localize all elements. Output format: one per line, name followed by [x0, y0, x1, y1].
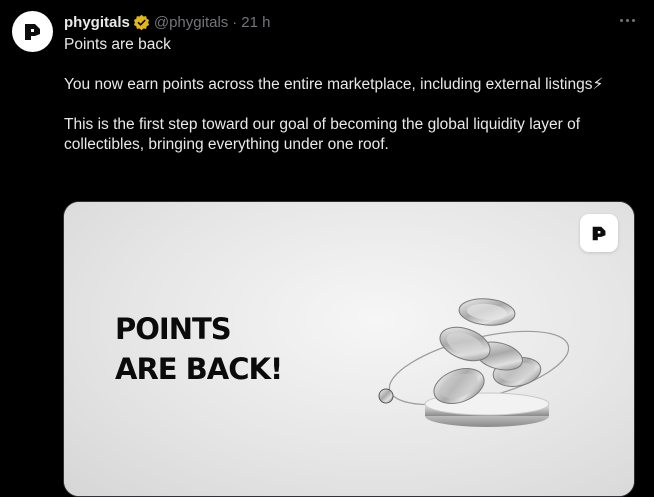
- tweet-paragraph: You now earn points across the entire ma…: [64, 76, 604, 93]
- tweet-timestamp[interactable]: 21 h: [241, 14, 270, 31]
- verified-badge-icon: [133, 14, 149, 30]
- tweet-paragraph: Points are back: [64, 36, 171, 53]
- phygitals-logo-icon: [24, 23, 40, 40]
- tweet-media-image[interactable]: POINTS ARE BACK!: [63, 201, 635, 497]
- profile-avatar[interactable]: [12, 11, 53, 52]
- headline-line: ARE BACK!: [115, 352, 283, 386]
- silver-coins-stack-illustration: [378, 298, 569, 427]
- tweet-header: phygitals @phygitals · 21 h: [64, 12, 642, 32]
- more-dot: [625, 18, 629, 22]
- phygitals-logo-icon: [592, 226, 605, 240]
- tweet-paragraph: This is the first step toward our goal o…: [64, 116, 581, 153]
- more-dot: [619, 18, 623, 22]
- display-name[interactable]: phygitals: [64, 14, 130, 31]
- headline-line: POINTS: [115, 312, 232, 346]
- more-dot: [631, 18, 635, 22]
- media-logo-badge: [580, 214, 618, 252]
- separator-dot: ·: [232, 13, 238, 31]
- tweet-text: Points are back You now earn points acro…: [64, 35, 644, 155]
- user-handle[interactable]: @phygitals: [154, 14, 228, 31]
- media-headline: POINTS ARE BACK!: [115, 309, 283, 389]
- more-options-icon[interactable]: [616, 9, 638, 31]
